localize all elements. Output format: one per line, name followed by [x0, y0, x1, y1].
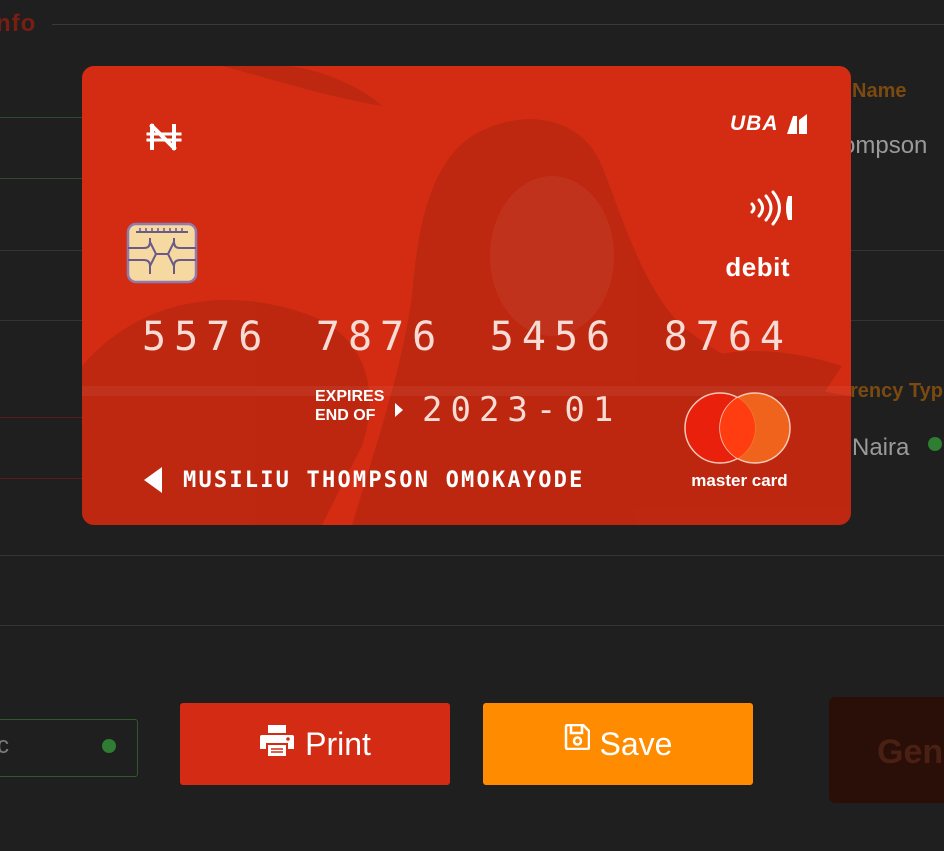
- check-circle-icon: [928, 437, 942, 451]
- card-number-group: 7876: [315, 314, 445, 360]
- field-divider: [0, 555, 944, 556]
- card-preview: UBA debit 5576 7876 5456 8764 EXPIRES EN…: [82, 66, 851, 525]
- contactless-icon: [750, 190, 792, 226]
- generate-button[interactable]: Gen: [829, 697, 944, 803]
- printer-icon: [260, 725, 295, 756]
- naira-icon: [146, 123, 182, 151]
- chip-icon: [126, 222, 198, 284]
- expires-label: EXPIRES END OF: [315, 388, 385, 424]
- card-network-label: master card: [691, 471, 788, 490]
- check-circle-icon: [102, 739, 116, 753]
- expiry-date: 2023-01: [422, 390, 622, 430]
- caret-left-icon: [144, 467, 162, 493]
- uba-logo: UBA: [730, 112, 809, 136]
- bank-name: UBA: [730, 112, 779, 135]
- currency-type-value[interactable]: Naira: [852, 434, 909, 462]
- save-button[interactable]: Save: [483, 703, 753, 785]
- legend-divider: [52, 24, 944, 25]
- field-divider: [0, 625, 944, 626]
- save-label: Save: [599, 725, 673, 762]
- card-number-group: 5456: [489, 314, 619, 360]
- print-button[interactable]: Print: [180, 703, 450, 785]
- card-type-label: debit: [725, 252, 790, 282]
- name-field-value[interactable]: ompson: [842, 132, 927, 160]
- select-value: c: [0, 732, 9, 759]
- uba-emblem-icon: [786, 114, 807, 134]
- name-field-label: Name: [852, 80, 907, 102]
- mastercard-logo-icon: [684, 392, 791, 464]
- card-number: 5576 7876 5456 8764: [142, 314, 792, 360]
- bottom-select[interactable]: c: [0, 719, 138, 777]
- form-legend: nfo: [0, 10, 37, 37]
- currency-type-label: rency Typ: [850, 380, 943, 402]
- card-number-group: 5576: [142, 314, 271, 360]
- print-label: Print: [305, 725, 371, 762]
- cardholder-name: MUSILIU THOMPSON OMOKAYODE: [183, 468, 585, 493]
- caret-right-icon: [395, 403, 403, 417]
- card-number-group: 8764: [663, 314, 792, 360]
- floppy-disk-icon: [564, 724, 590, 750]
